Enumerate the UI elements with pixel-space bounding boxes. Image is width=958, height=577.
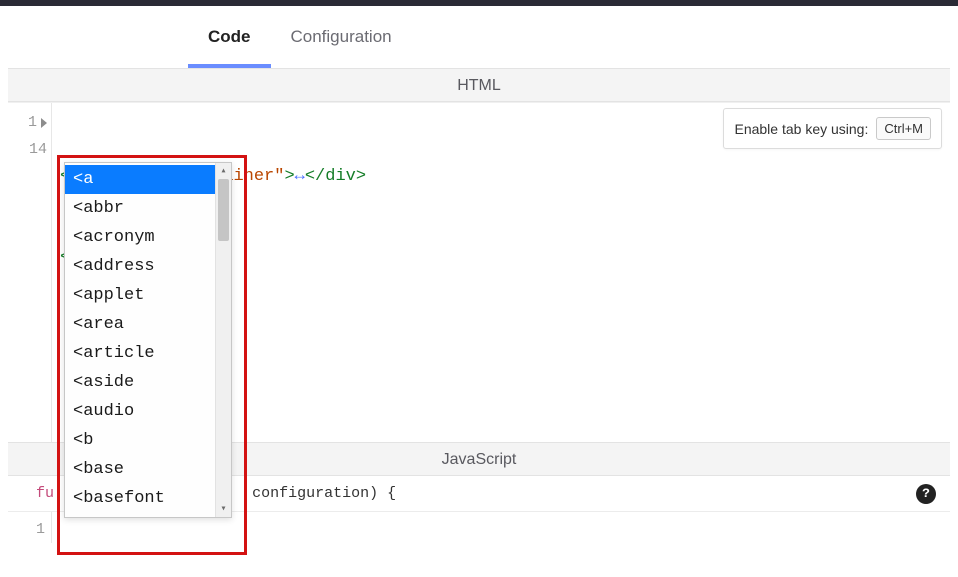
fold-icon[interactable] — [41, 118, 47, 128]
autocomplete-list[interactable]: <a<abbr<acronym<address<applet<area<arti… — [65, 163, 231, 517]
hint-label: Enable tab key using: — [734, 121, 868, 137]
tab-key-hint: Enable tab key using: Ctrl+M — [723, 108, 942, 149]
scroll-thumb[interactable] — [218, 179, 229, 241]
js-token-keyword: fu — [36, 485, 54, 502]
autocomplete-item[interactable]: <bdi — [65, 513, 231, 517]
tab-code[interactable]: Code — [188, 6, 271, 68]
html-panel-header: HTML — [8, 68, 950, 102]
help-icon[interactable]: ? — [916, 484, 936, 504]
autocomplete-item[interactable]: <basefont — [65, 484, 231, 513]
autocomplete-item[interactable]: <acronym — [65, 223, 231, 252]
autocomplete-item[interactable]: <b — [65, 426, 231, 455]
autocomplete-item[interactable]: <area — [65, 310, 231, 339]
autocomplete-item[interactable]: <abbr — [65, 194, 231, 223]
autocomplete-item[interactable]: <audio — [65, 397, 231, 426]
autocomplete-item[interactable]: <article — [65, 339, 231, 368]
autocomplete-item[interactable]: <applet — [65, 281, 231, 310]
autocomplete-item[interactable]: <base — [65, 455, 231, 484]
html-gutter: 1 14 — [8, 103, 52, 442]
js-gutter: 1 — [8, 512, 52, 543]
fold-marker-icon[interactable]: ↔ — [295, 167, 305, 186]
autocomplete-item[interactable]: <address — [65, 252, 231, 281]
autocomplete-popup[interactable]: <a<abbr<acronym<address<applet<area<arti… — [64, 162, 232, 518]
scroll-up-icon[interactable]: ▴ — [216, 163, 231, 179]
code-token-tag: > — [284, 167, 294, 186]
line-number: 1 — [28, 109, 37, 136]
tabs-row: Code Configuration — [0, 6, 958, 68]
code-token-tag: </div> — [305, 167, 366, 186]
autocomplete-item[interactable]: <aside — [65, 368, 231, 397]
js-token-rest: configuration) { — [252, 485, 396, 502]
scroll-down-icon[interactable]: ▾ — [216, 501, 231, 517]
html-editor-wrap: 1 14 <div class="container">↔</div> < En… — [8, 102, 950, 442]
tab-configuration[interactable]: Configuration — [271, 6, 412, 68]
line-number: 14 — [29, 136, 47, 163]
autocomplete-item[interactable]: <a — [65, 165, 231, 194]
line-number: 1 — [36, 521, 45, 538]
hint-key[interactable]: Ctrl+M — [876, 117, 931, 140]
autocomplete-scrollbar[interactable]: ▴ ▾ — [215, 163, 231, 517]
